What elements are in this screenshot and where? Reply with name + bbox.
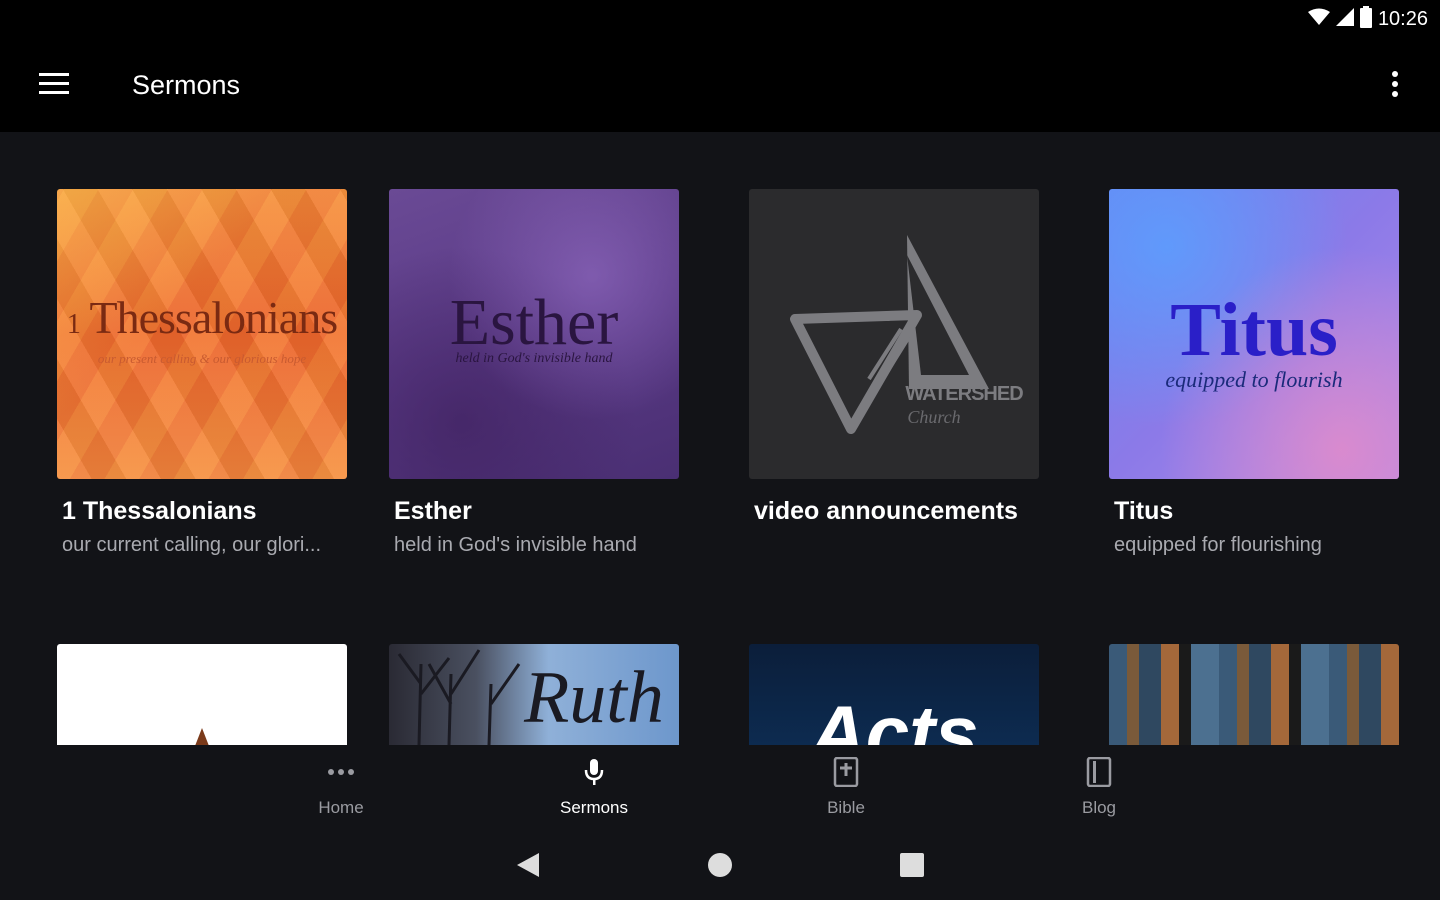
series-card-partial[interactable]	[1109, 644, 1399, 745]
status-bar: 10:26	[0, 0, 1440, 40]
nav-item-blog[interactable]: Blog	[1039, 756, 1159, 818]
card-title: 1 Thessalonians	[62, 497, 257, 525]
nav-item-bible[interactable]: Bible	[786, 756, 906, 818]
bottom-navigation: Home Sermons Bible Blog	[0, 745, 1440, 833]
app-bar: Sermons	[0, 40, 1440, 132]
series-card-thessalonians[interactable]: 1 Thessalonians our present calling & ou…	[57, 189, 347, 557]
home-circle-icon	[707, 852, 733, 883]
artwork-tagline: Church	[907, 407, 961, 427]
signal-icon	[1335, 7, 1354, 31]
battery-icon	[1359, 5, 1372, 33]
series-card-acts[interactable]: Acts	[749, 644, 1039, 745]
series-card-ruth[interactable]: Ruth	[389, 644, 679, 745]
nav-label: Bible	[827, 798, 865, 817]
status-icons: 10:26	[1307, 5, 1428, 33]
sermon-series-grid: 1 Thessalonians our present calling & ou…	[0, 132, 1440, 745]
artwork-title: Acts	[809, 689, 979, 745]
card-subtitle: equipped for flourishing	[1114, 534, 1322, 556]
book-icon	[1084, 756, 1114, 792]
page-title: Sermons	[132, 70, 241, 100]
artwork-tagline: our present calling & our glorious hope	[97, 351, 307, 366]
nav-label: Sermons	[559, 798, 629, 817]
card-title: Titus	[1114, 497, 1174, 525]
artwork-title: WATERSHED	[905, 383, 1023, 405]
card-title: Esther	[394, 497, 472, 525]
back-button[interactable]	[512, 851, 544, 883]
menu-button[interactable]	[34, 66, 74, 106]
card-title: video announcements	[754, 497, 1018, 525]
series-card-video-announcements[interactable]: WATERSHED Church video announcements	[749, 189, 1039, 534]
system-navigation-bar	[0, 833, 1440, 900]
nav-label: Home	[318, 798, 364, 817]
artwork-title: Ruth	[524, 657, 664, 739]
status-time: 10:26	[1377, 7, 1428, 30]
card-subtitle: held in God's invisible hand	[394, 534, 637, 556]
home-button[interactable]	[704, 851, 736, 883]
more-vert-icon	[1392, 70, 1398, 102]
more-horiz-icon	[326, 757, 356, 792]
artwork-title: 1 Thessalonians	[66, 292, 338, 343]
wifi-icon	[1307, 8, 1330, 31]
series-card-esther[interactable]: Esther held in God's invisible hand Esth…	[389, 189, 679, 557]
series-artwork: Esther held in God's invisible hand	[389, 189, 679, 479]
recents-square-icon	[900, 852, 924, 882]
card-subtitle: our current calling, our glori...	[62, 534, 322, 556]
series-artwork: Titus equipped to flourish	[1109, 189, 1399, 479]
artwork-title: Titus	[1170, 288, 1338, 372]
nav-item-sermons[interactable]: Sermons	[534, 757, 654, 818]
nav-label: Blog	[1081, 798, 1117, 817]
artwork-mark-icon	[195, 728, 209, 745]
bible-icon	[831, 756, 861, 792]
hamburger-menu-icon	[39, 72, 69, 100]
series-card-partial[interactable]	[57, 644, 347, 745]
series-artwork: 1 Thessalonians our present calling & ou…	[57, 189, 347, 479]
recents-button[interactable]	[896, 851, 928, 883]
artwork-tagline: equipped to flourish	[1165, 367, 1343, 392]
artwork-tagline: held in God's invisible hand	[455, 351, 613, 366]
overflow-menu-button[interactable]	[1380, 66, 1410, 106]
back-triangle-icon	[515, 851, 541, 884]
mic-icon	[579, 757, 609, 792]
artwork-title: Esther	[449, 286, 619, 359]
series-card-titus[interactable]: Titus equipped to flourish Titus equippe…	[1109, 189, 1399, 557]
series-artwork: WATERSHED Church	[749, 189, 1039, 479]
nav-item-home[interactable]: Home	[281, 757, 401, 818]
